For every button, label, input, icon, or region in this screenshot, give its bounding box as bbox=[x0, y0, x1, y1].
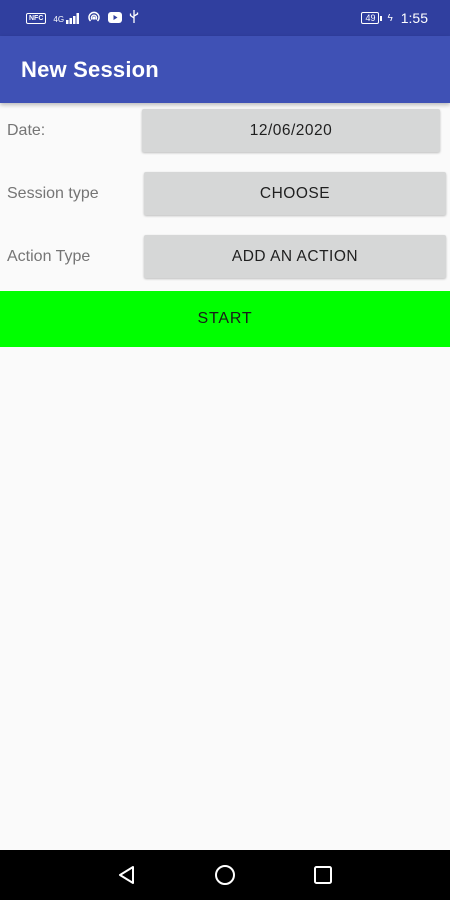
navigation-bar bbox=[0, 850, 450, 900]
start-button[interactable]: START bbox=[0, 291, 450, 347]
choose-session-type-button[interactable]: CHOOSE bbox=[144, 172, 446, 215]
status-bar: NFC 4G 49 ϟ 1:55 bbox=[0, 0, 450, 36]
signal-label: 4G bbox=[53, 14, 65, 24]
app-bar: New Session bbox=[0, 36, 450, 103]
date-picker-button[interactable]: 12/06/2020 bbox=[142, 109, 440, 152]
nfc-icon: NFC bbox=[26, 12, 47, 24]
recents-icon[interactable] bbox=[310, 862, 336, 888]
status-icons-left: NFC 4G bbox=[26, 10, 139, 26]
status-icons-right: 49 ϟ 1:55 bbox=[361, 10, 428, 26]
signal-icon: 4G bbox=[53, 12, 80, 24]
date-label: Date: bbox=[7, 122, 46, 139]
action-type-label: Action Type bbox=[7, 248, 91, 265]
youtube-icon bbox=[108, 11, 123, 26]
battery-icon: 49 bbox=[361, 12, 383, 24]
charging-icon: ϟ bbox=[387, 12, 393, 24]
back-icon[interactable] bbox=[114, 862, 140, 888]
status-time: 1:55 bbox=[400, 10, 428, 26]
session-type-label: Session type bbox=[7, 185, 99, 202]
usb-icon bbox=[129, 10, 139, 26]
page-title: New Session bbox=[21, 56, 159, 82]
home-icon[interactable] bbox=[212, 862, 238, 888]
hotspot-icon bbox=[87, 10, 101, 26]
add-action-button[interactable]: ADD AN ACTION bbox=[144, 235, 446, 278]
